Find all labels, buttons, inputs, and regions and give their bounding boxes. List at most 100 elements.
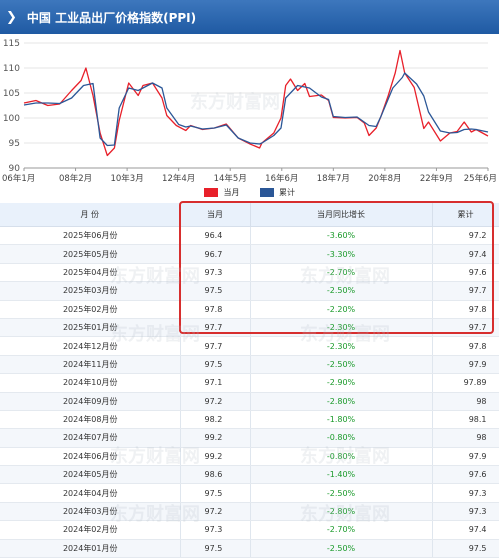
cell-month: 2025年02月份 — [0, 300, 181, 319]
table-row[interactable]: 2024年10月份 97.1 -2.90% 97.89 — [0, 373, 499, 393]
x-tick-label: 14年5月 — [214, 173, 247, 184]
cell-yoy: -2.30% — [250, 336, 433, 356]
table-header-row: 月 份 当月 当月同比增长 累计 — [0, 203, 499, 227]
cell-current: 97.3 — [180, 520, 251, 540]
x-tick-label: 25年6月 — [464, 173, 497, 184]
cell-cumulative: 98.1 — [432, 410, 499, 430]
cell-current: 97.1 — [180, 373, 251, 393]
cell-month: 2024年12月份 — [0, 336, 181, 356]
table-row[interactable]: 2024年06月份 99.2 -0.80% 97.9 — [0, 447, 499, 467]
panel-header: ❯ 中国 工业品出厂价格指数(PPI) — [0, 0, 499, 34]
cell-cumulative: 98 — [432, 428, 499, 448]
y-tick-label: 100 — [3, 114, 20, 124]
table-row[interactable]: 2024年07月份 99.2 -0.80% 98 — [0, 428, 499, 448]
cell-yoy: -2.70% — [250, 520, 433, 540]
cell-yoy: -2.70% — [250, 263, 433, 283]
cell-month: 2024年04月份 — [0, 483, 181, 503]
cell-current: 98.6 — [180, 465, 251, 485]
cell-month: 2024年01月份 — [0, 539, 181, 558]
table-row[interactable]: 2025年03月份 97.5 -2.50% 97.7 — [0, 281, 499, 301]
cell-cumulative: 97.7 — [432, 318, 499, 338]
cell-month: 2025年01月份 — [0, 318, 181, 338]
cell-current: 97.2 — [180, 392, 251, 411]
table-row[interactable]: 2024年12月份 97.7 -2.30% 97.8 — [0, 336, 499, 356]
cell-current: 96.7 — [180, 244, 251, 264]
cell-cumulative: 97.3 — [432, 483, 499, 503]
table-row[interactable]: 2024年03月份 97.2 -2.80% 97.3 — [0, 502, 499, 522]
col-header-current[interactable]: 当月 — [180, 203, 251, 227]
cell-yoy: -1.80% — [250, 410, 433, 430]
x-tick-label: 10年3月 — [110, 173, 143, 184]
cell-current: 97.5 — [180, 281, 251, 301]
cell-month: 2024年03月份 — [0, 502, 181, 522]
page-title: 中国 工业品出厂价格指数(PPI) — [26, 10, 197, 25]
legend-cumulative[interactable]: 累计 — [259, 187, 296, 198]
cell-current: 97.5 — [180, 355, 251, 375]
cell-month: 2025年04月份 — [0, 263, 181, 283]
cell-cumulative: 97.8 — [432, 336, 499, 356]
cell-month: 2025年05月份 — [0, 244, 181, 264]
cell-yoy: -0.80% — [250, 428, 433, 448]
cell-cumulative: 97.6 — [432, 465, 499, 485]
cell-yoy: -2.50% — [250, 281, 433, 301]
x-tick-label: 06年1月 — [2, 173, 35, 184]
cell-current: 97.8 — [180, 300, 251, 319]
cell-cumulative: 97.8 — [432, 300, 499, 319]
cell-yoy: -2.50% — [250, 483, 433, 503]
table-row[interactable]: 2024年05月份 98.6 -1.40% 97.6 — [0, 465, 499, 485]
y-tick-label: 90 — [9, 164, 21, 174]
cell-month: 2024年10月份 — [0, 373, 181, 393]
cell-yoy: -3.30% — [250, 244, 433, 264]
table-row[interactable]: 2024年01月份 97.5 -2.50% 97.5 — [0, 539, 499, 558]
col-header-month[interactable]: 月 份 — [0, 203, 181, 227]
y-tick-label: 110 — [3, 64, 20, 74]
cell-month: 2024年05月份 — [0, 465, 181, 485]
table-row[interactable]: 2024年11月份 97.5 -2.50% 97.9 — [0, 355, 499, 375]
cell-cumulative: 98 — [432, 392, 499, 411]
cell-month: 2024年07月份 — [0, 428, 181, 448]
cell-cumulative: 97.4 — [432, 520, 499, 540]
table-row[interactable]: 2024年02月份 97.3 -2.70% 97.4 — [0, 520, 499, 540]
cell-yoy: -2.50% — [250, 539, 433, 558]
cell-yoy: -3.60% — [250, 226, 433, 246]
legend-current[interactable]: 当月 — [203, 187, 240, 198]
table-row[interactable]: 2024年04月份 97.5 -2.50% 97.3 — [0, 483, 499, 503]
cell-yoy: -2.50% — [250, 355, 433, 375]
cell-yoy: -2.90% — [250, 373, 433, 393]
cell-current: 99.2 — [180, 447, 251, 467]
legend-cumulative-swatch — [259, 187, 274, 197]
cell-month: 2024年11月份 — [0, 355, 181, 375]
table-row[interactable]: 2025年05月份 96.7 -3.30% 97.4 — [0, 244, 499, 264]
legend-cumulative-label: 累计 — [279, 187, 296, 197]
series-line-current — [23, 49, 489, 157]
cell-yoy: -2.80% — [250, 502, 433, 522]
table-row[interactable]: 2025年02月份 97.8 -2.20% 97.8 — [0, 300, 499, 319]
chart-svg: 90 95 100 105 110 115 06年1月 08年2月 10年3月 12年4月 14年5… — [2, 39, 497, 184]
table-row[interactable]: 2025年01月份 97.7 -2.30% 97.7 — [0, 318, 499, 338]
cell-month: 2024年09月份 — [0, 392, 181, 411]
cell-cumulative: 97.6 — [432, 263, 499, 283]
table-row[interactable]: 2025年04月份 97.3 -2.70% 97.6 — [0, 263, 499, 283]
cell-current: 97.5 — [180, 539, 251, 558]
cell-cumulative: 97.9 — [432, 355, 499, 375]
x-tick-label: 20年8月 — [368, 173, 401, 184]
cell-month: 2025年03月份 — [0, 281, 181, 301]
chevron-right-icon[interactable]: ❯ — [6, 10, 17, 25]
cell-current: 98.2 — [180, 410, 251, 430]
cell-current: 96.4 — [180, 226, 251, 246]
table-row[interactable]: 2025年06月份 96.4 -3.60% 97.2 — [0, 226, 499, 246]
x-tick-label: 12年4月 — [162, 173, 195, 184]
col-header-cumulative[interactable]: 累计 — [432, 203, 499, 227]
cell-month: 2025年06月份 — [0, 226, 181, 246]
col-header-yoy[interactable]: 当月同比增长 — [250, 203, 433, 227]
cell-current: 97.2 — [180, 502, 251, 522]
table-row[interactable]: 2024年09月份 97.2 -2.80% 98 — [0, 392, 499, 411]
ppi-line-chart: 90 95 100 105 110 115 06年1月 08年2月 10年3月 12年4月 14年5… — [0, 34, 499, 204]
ppi-data-table: 月 份 当月 当月同比增长 累计 2025年06月份 96.4 -3.60% 97.2… — [0, 203, 499, 558]
table-row[interactable]: 2024年08月份 98.2 -1.80% 98.1 — [0, 410, 499, 430]
y-tick-label: 115 — [3, 39, 20, 49]
x-tick-label: 08年2月 — [59, 173, 92, 184]
cell-cumulative: 97.4 — [432, 244, 499, 264]
series-line-cumulative — [23, 72, 489, 147]
cell-yoy: -2.30% — [250, 318, 433, 338]
